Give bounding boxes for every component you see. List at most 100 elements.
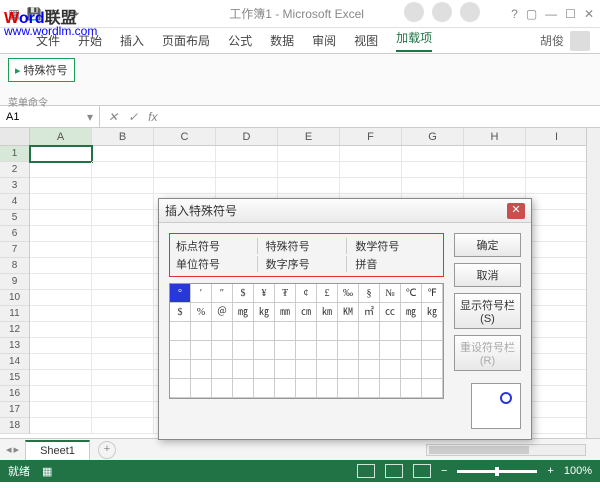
cell[interactable] [30, 290, 92, 306]
symbol-cell[interactable]: ‰ [338, 284, 359, 303]
category-tab[interactable]: 特殊符号 [266, 238, 348, 254]
row-header[interactable]: 2 [0, 162, 29, 178]
tab-nav-prev-icon[interactable]: ◂ [6, 443, 12, 456]
row-header[interactable]: 10 [0, 290, 29, 306]
symbol-cell[interactable]: ° [170, 284, 191, 303]
row-header[interactable]: 13 [0, 338, 29, 354]
category-tab[interactable]: 数字序号 [266, 256, 348, 272]
symbol-cell[interactable] [275, 360, 296, 379]
horizontal-scrollbar[interactable] [426, 444, 586, 456]
cell[interactable] [92, 370, 154, 386]
symbol-cell[interactable]: ¥ [254, 284, 275, 303]
cell[interactable] [30, 386, 92, 402]
symbol-cell[interactable] [233, 341, 254, 360]
sheet-tab[interactable]: Sheet1 [25, 440, 90, 460]
symbol-cell[interactable] [170, 360, 191, 379]
symbol-cell[interactable] [338, 360, 359, 379]
cell[interactable] [526, 194, 588, 210]
zoom-slider[interactable] [457, 470, 537, 473]
symbol-cell[interactable] [212, 360, 233, 379]
row-header[interactable]: 16 [0, 386, 29, 402]
cell[interactable] [92, 258, 154, 274]
cell[interactable] [526, 354, 588, 370]
col-header[interactable]: C [154, 128, 216, 145]
symbol-cell[interactable] [254, 322, 275, 341]
cell[interactable] [30, 258, 92, 274]
row-header[interactable]: 12 [0, 322, 29, 338]
symbol-cell[interactable]: § [359, 284, 380, 303]
symbol-cell[interactable] [212, 341, 233, 360]
symbol-cell[interactable] [359, 379, 380, 398]
dialog-close-button[interactable]: ✕ [507, 203, 525, 219]
cell[interactable] [526, 338, 588, 354]
cancel-formula-icon[interactable]: ✕ [108, 110, 118, 124]
cell[interactable] [92, 210, 154, 226]
cell[interactable] [526, 226, 588, 242]
symbol-cell[interactable]: ′ [191, 284, 212, 303]
symbol-cell[interactable]: ㎞ [317, 303, 338, 322]
cell[interactable] [92, 242, 154, 258]
cell[interactable] [92, 402, 154, 418]
cell[interactable] [154, 178, 216, 194]
cell[interactable] [92, 338, 154, 354]
col-header[interactable]: G [402, 128, 464, 145]
symbol-cell[interactable]: £ [317, 284, 338, 303]
close-icon[interactable]: ✕ [584, 7, 594, 21]
ok-button[interactable]: 确定 [454, 233, 521, 257]
col-header[interactable]: I [526, 128, 588, 145]
enter-formula-icon[interactable]: ✓ [128, 110, 138, 124]
cell[interactable] [30, 146, 92, 162]
row-header[interactable]: 3 [0, 178, 29, 194]
row-header[interactable]: 5 [0, 210, 29, 226]
row-header[interactable]: 15 [0, 370, 29, 386]
symbol-cell[interactable] [359, 360, 380, 379]
row-header[interactable]: 7 [0, 242, 29, 258]
symbol-cell[interactable] [191, 379, 212, 398]
symbol-cell[interactable]: ㎎ [233, 303, 254, 322]
col-header[interactable]: D [216, 128, 278, 145]
row-header[interactable]: 9 [0, 274, 29, 290]
symbol-cell[interactable] [338, 379, 359, 398]
cell[interactable] [340, 146, 402, 162]
tab-view[interactable]: 视图 [354, 32, 378, 49]
cell[interactable] [526, 402, 588, 418]
page-break-view-icon[interactable] [413, 464, 431, 478]
cell[interactable] [92, 146, 154, 162]
cell[interactable] [526, 178, 588, 194]
user-avatar-icon[interactable] [570, 31, 590, 51]
cell[interactable] [92, 178, 154, 194]
cell[interactable] [92, 322, 154, 338]
symbol-cell[interactable]: ℃ [401, 284, 422, 303]
symbol-cell[interactable] [233, 379, 254, 398]
cell[interactable] [278, 146, 340, 162]
symbol-cell[interactable] [191, 360, 212, 379]
tab-insert[interactable]: 插入 [120, 32, 144, 49]
symbol-cell[interactable] [296, 379, 317, 398]
category-tab[interactable]: 标点符号 [176, 238, 258, 254]
symbol-cell[interactable] [296, 360, 317, 379]
symbol-cell[interactable]: ㎏ [254, 303, 275, 322]
cell[interactable] [92, 162, 154, 178]
row-header[interactable]: 8 [0, 258, 29, 274]
cell[interactable] [464, 162, 526, 178]
col-header[interactable]: F [340, 128, 402, 145]
row-header[interactable]: 6 [0, 226, 29, 242]
name-box[interactable]: ▾ [0, 106, 100, 127]
symbol-cell[interactable]: ″ [212, 284, 233, 303]
symbol-cell[interactable]: ㎡ [359, 303, 380, 322]
symbol-cell[interactable] [170, 379, 191, 398]
cell[interactable] [30, 162, 92, 178]
page-layout-view-icon[interactable] [385, 464, 403, 478]
fx-icon[interactable]: fx [148, 110, 157, 124]
symbol-cell[interactable] [380, 360, 401, 379]
cell[interactable] [526, 418, 588, 434]
cell[interactable] [402, 178, 464, 194]
cell[interactable] [526, 258, 588, 274]
zoom-in-icon[interactable]: + [547, 465, 553, 477]
tab-data[interactable]: 数据 [270, 32, 294, 49]
symbol-cell[interactable] [233, 360, 254, 379]
symbol-cell[interactable]: $ [170, 303, 191, 322]
symbol-cell[interactable] [380, 341, 401, 360]
cell[interactable] [216, 162, 278, 178]
symbol-cell[interactable] [254, 341, 275, 360]
